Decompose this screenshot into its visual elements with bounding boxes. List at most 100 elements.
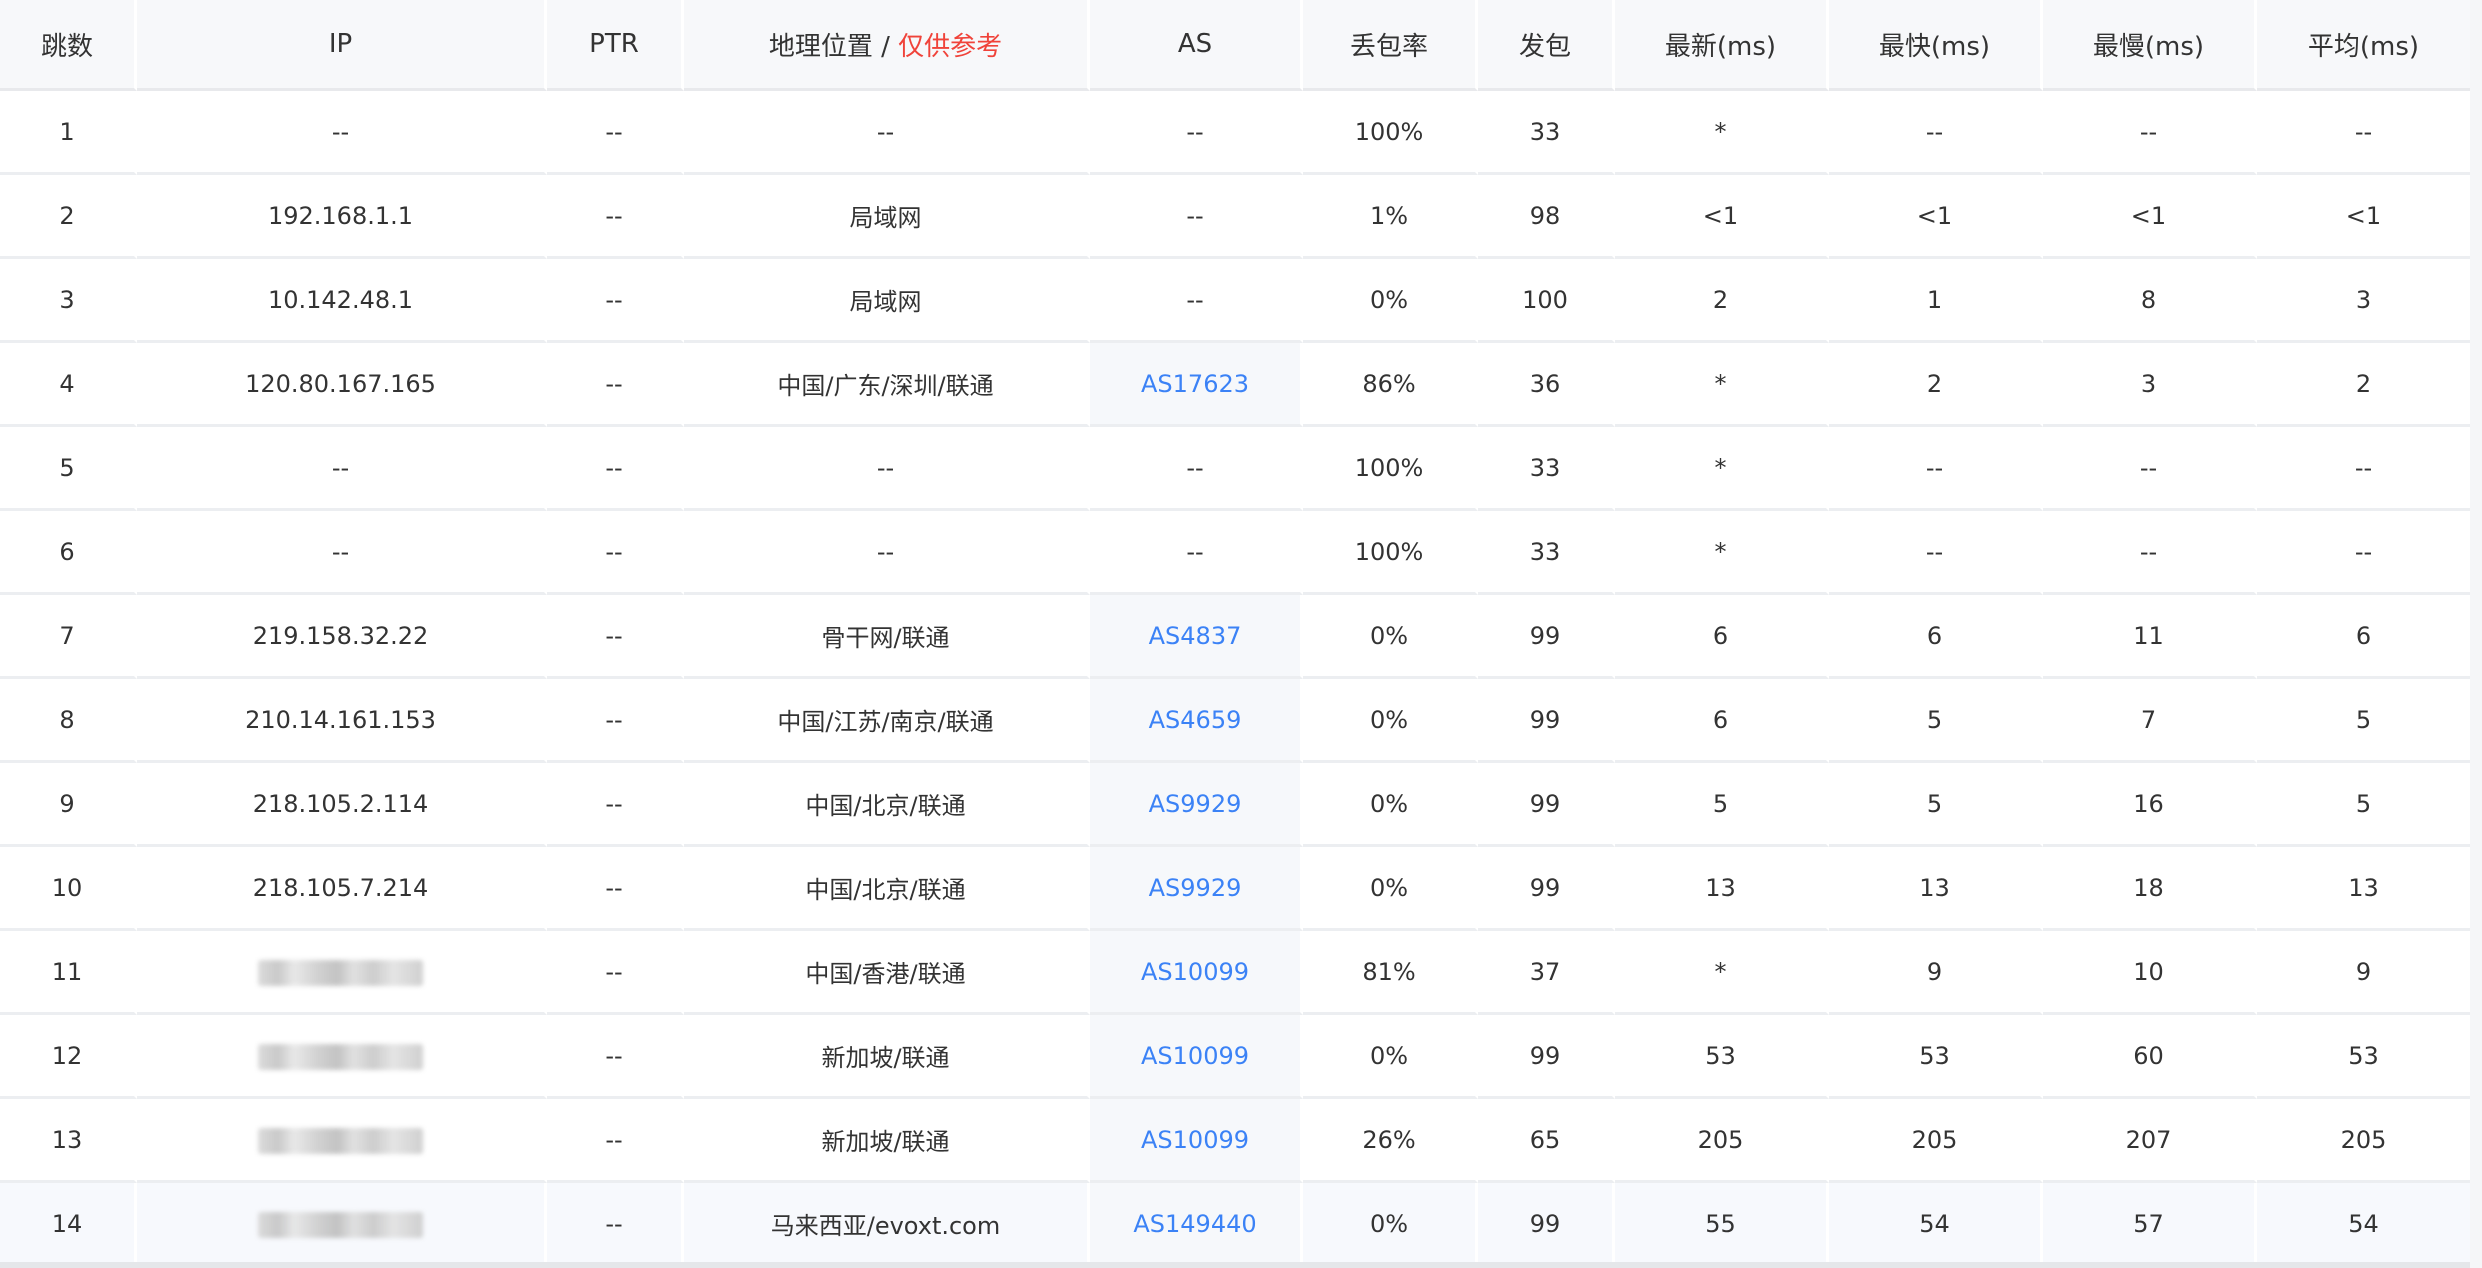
cell-hop: 1 (0, 91, 137, 175)
cell-sent: 33 (1478, 511, 1615, 595)
cell-geo: 骨干网/联通 (684, 595, 1090, 679)
cell-avg: 5 (2257, 763, 2470, 847)
cell-avg: 6 (2257, 595, 2470, 679)
masked-ip (258, 1127, 423, 1154)
cell-geo: 马来西亚/evoxt.com (684, 1183, 1090, 1267)
cell-geo: 新加坡/联通 (684, 1099, 1090, 1183)
cell-ptr: -- (547, 175, 684, 259)
header-last: 最新(ms) (1615, 0, 1829, 91)
header-geo-separator: / (872, 31, 899, 62)
cell-best: -- (1829, 511, 2043, 595)
cell-loss: 81% (1303, 931, 1478, 1015)
cell-last: 53 (1615, 1015, 1829, 1099)
table-row: 1 -- -- -- -- 100% 33 * -- -- -- (0, 91, 2470, 175)
header-worst: 最慢(ms) (2043, 0, 2257, 91)
cell-worst: <1 (2043, 175, 2257, 259)
cell-loss: 100% (1303, 427, 1478, 511)
cell-best: 5 (1829, 763, 2043, 847)
cell-ptr: -- (547, 427, 684, 511)
cell-ptr: -- (547, 1099, 684, 1183)
cell-last: * (1615, 91, 1829, 175)
cell-as: AS9929 (1090, 847, 1303, 931)
cell-avg: -- (2257, 511, 2470, 595)
header-ip: IP (137, 0, 547, 91)
as-link[interactable]: AS17623 (1141, 370, 1249, 398)
masked-ip (258, 1211, 423, 1238)
table-row: 12 -- 新加坡/联通 AS10099 0% 99 53 53 60 53 (0, 1015, 2470, 1099)
table-body: 1 -- -- -- -- 100% 33 * -- -- -- 2 192.168.1.1 -- 局域网 -… (0, 91, 2470, 1267)
cell-as: AS10099 (1090, 931, 1303, 1015)
cell-hop: 3 (0, 259, 137, 343)
cell-ip: -- (137, 511, 547, 595)
cell-as: -- (1090, 175, 1303, 259)
cell-worst: 3 (2043, 343, 2257, 427)
cell-best: 5 (1829, 679, 2043, 763)
cell-ip: 219.158.32.22 (137, 595, 547, 679)
as-link[interactable]: AS10099 (1141, 1042, 1249, 1070)
as-link[interactable]: AS4837 (1149, 622, 1242, 650)
table-row: 6 -- -- -- -- 100% 33 * -- -- -- (0, 511, 2470, 595)
cell-worst: -- (2043, 427, 2257, 511)
cell-worst: 57 (2043, 1183, 2257, 1267)
cell-last: <1 (1615, 175, 1829, 259)
as-link[interactable]: AS10099 (1141, 1126, 1249, 1154)
cell-as: AS17623 (1090, 343, 1303, 427)
cell-ip: 210.14.161.153 (137, 679, 547, 763)
cell-hop: 7 (0, 595, 137, 679)
table-row: 9 218.105.2.114 -- 中国/北京/联通 AS9929 0% 99 5 5 16 5 (0, 763, 2470, 847)
cell-ptr: -- (547, 1015, 684, 1099)
cell-hop: 14 (0, 1183, 137, 1267)
cell-best: 53 (1829, 1015, 2043, 1099)
cell-loss: 86% (1303, 343, 1478, 427)
cell-sent: 99 (1478, 679, 1615, 763)
as-link[interactable]: AS149440 (1133, 1210, 1256, 1238)
cell-avg: 54 (2257, 1183, 2470, 1267)
cell-as: -- (1090, 511, 1303, 595)
cell-worst: 8 (2043, 259, 2257, 343)
cell-last: 2 (1615, 259, 1829, 343)
scrollbar-track[interactable] (2470, 0, 2482, 1268)
cell-sent: 33 (1478, 427, 1615, 511)
cell-as: -- (1090, 427, 1303, 511)
as-link[interactable]: AS10099 (1141, 958, 1249, 986)
cell-ip: -- (137, 91, 547, 175)
header-hop: 跳数 (0, 0, 137, 91)
cell-best: 1 (1829, 259, 2043, 343)
header-ptr: PTR (547, 0, 684, 91)
cell-ptr: -- (547, 847, 684, 931)
cell-worst: 60 (2043, 1015, 2257, 1099)
cell-ip: 10.142.48.1 (137, 259, 547, 343)
cell-sent: 99 (1478, 1015, 1615, 1099)
header-as: AS (1090, 0, 1303, 91)
cell-avg: 9 (2257, 931, 2470, 1015)
header-avg: 平均(ms) (2257, 0, 2470, 91)
cell-hop: 8 (0, 679, 137, 763)
table-header-row: 跳数 IP PTR 地理位置 / 仅供参考 AS 丢包率 发包 最新(ms) 最… (0, 0, 2470, 91)
header-loss: 丢包率 (1303, 0, 1478, 91)
cell-ip (137, 1015, 547, 1099)
cell-ptr: -- (547, 91, 684, 175)
cell-worst: -- (2043, 91, 2257, 175)
cell-as: AS4837 (1090, 595, 1303, 679)
cell-hop: 4 (0, 343, 137, 427)
cell-geo: 中国/香港/联通 (684, 931, 1090, 1015)
cell-as: AS9929 (1090, 763, 1303, 847)
as-link[interactable]: AS9929 (1149, 874, 1242, 902)
header-best: 最快(ms) (1829, 0, 2043, 91)
as-link[interactable]: AS9929 (1149, 790, 1242, 818)
cell-last: * (1615, 931, 1829, 1015)
as-link[interactable]: AS4659 (1149, 706, 1242, 734)
cell-ptr: -- (547, 931, 684, 1015)
table-row: 4 120.80.167.165 -- 中国/广东/深圳/联通 AS17623 86% 36… (0, 343, 2470, 427)
masked-ip (258, 1043, 423, 1070)
cell-last: 55 (1615, 1183, 1829, 1267)
masked-ip (258, 959, 423, 986)
header-geo-note: 仅供参考 (898, 31, 1003, 62)
cell-geo: 中国/北京/联通 (684, 763, 1090, 847)
cell-ptr: -- (547, 763, 684, 847)
cell-sent: 100 (1478, 259, 1615, 343)
cell-as: AS4659 (1090, 679, 1303, 763)
cell-last: * (1615, 427, 1829, 511)
header-geo-label: 地理位置 (768, 31, 873, 62)
cell-worst: 16 (2043, 763, 2257, 847)
